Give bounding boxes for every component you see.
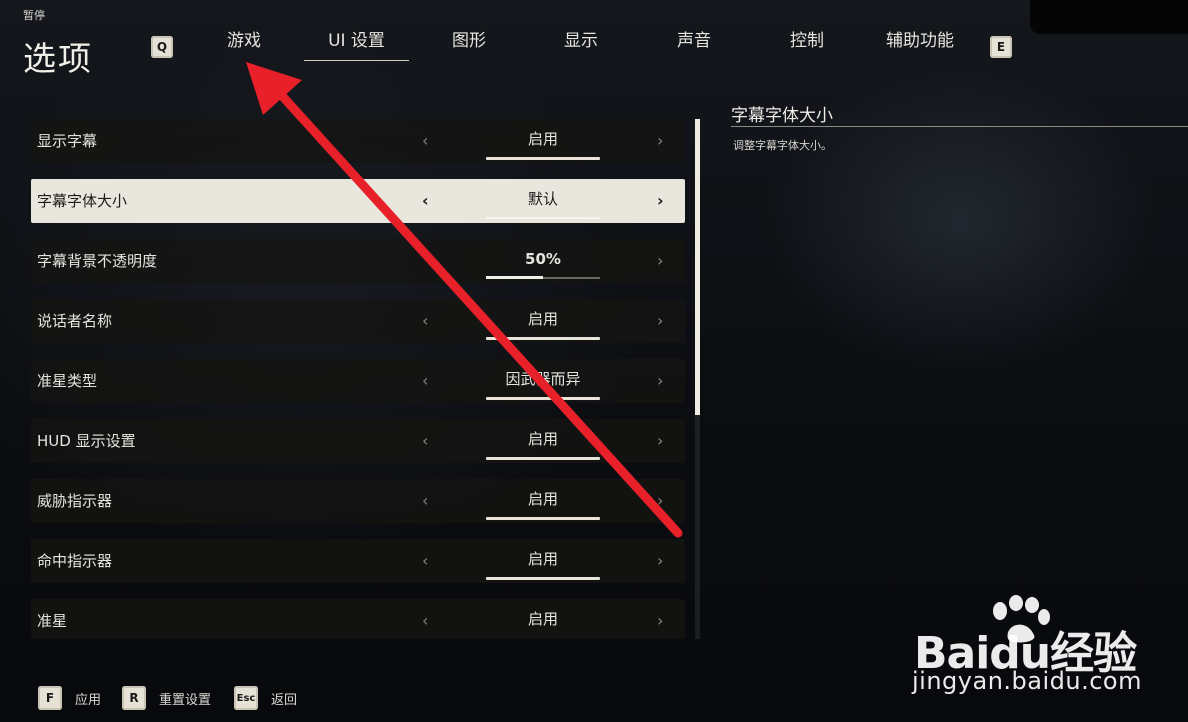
key-esc-icon: Esc (234, 686, 258, 710)
top-right-overlay (1030, 0, 1188, 34)
chevron-left-icon[interactable]: ‹ (422, 359, 428, 403)
setting-row-speaker-name[interactable]: 说话者名称 ‹ 启用 › (31, 299, 685, 343)
chevron-right-icon[interactable]: › (657, 359, 663, 403)
setting-value: 启用 (527, 430, 558, 448)
setting-value: 启用 (527, 610, 558, 628)
chevron-left-icon[interactable]: ‹ (422, 419, 428, 463)
setting-row-crosshair[interactable]: 准星 ‹ 启用 › (31, 599, 685, 639)
setting-value: 默认 (527, 190, 558, 208)
key-r-icon: R (122, 686, 146, 710)
setting-label: 说话者名称 (37, 312, 113, 330)
chevron-left-icon[interactable]: ‹ (422, 179, 429, 223)
value-underline (486, 517, 600, 520)
setting-value: 50% (525, 250, 561, 268)
value-underline (486, 577, 600, 580)
footer-apply-label: 应用 (75, 692, 102, 708)
tab-ui-settings[interactable]: UI 设置 (304, 30, 409, 52)
footer-apply[interactable]: F 应用 (38, 686, 101, 710)
value-underline (486, 457, 600, 460)
footer-reset[interactable]: R 重置设置 (122, 686, 211, 710)
setting-label: 字幕背景不透明度 (37, 252, 158, 270)
tab-accessibility[interactable]: 辅助功能 (874, 30, 966, 52)
chevron-right-icon[interactable]: › (657, 419, 663, 463)
description-text: 调整字幕字体大小。 (733, 139, 832, 152)
setting-label: HUD 显示设置 (37, 432, 136, 450)
prev-tab-key-q[interactable]: Q (151, 36, 173, 58)
setting-label: 命中指示器 (37, 552, 113, 570)
chevron-right-icon[interactable]: › (657, 119, 663, 163)
baidu-watermark: Baidu经验 jingyan.baidu.com (910, 595, 1180, 715)
footer-back-label: 返回 (271, 692, 298, 708)
footer-reset-label: 重置设置 (159, 692, 212, 708)
watermark-url: jingyan.baidu.com (912, 667, 1142, 695)
tab-sound[interactable]: 声音 (664, 30, 724, 52)
setting-row-crosshair-type[interactable]: 准星类型 ‹ 因武器而异 › (31, 359, 685, 403)
setting-value: 启用 (527, 550, 558, 568)
page-title: 选项 (23, 39, 93, 78)
setting-label: 显示字幕 (37, 132, 98, 150)
setting-row-hud-display[interactable]: HUD 显示设置 ‹ 启用 › (31, 419, 685, 463)
settings-scrollbar[interactable] (695, 119, 700, 639)
chevron-left-icon[interactable]: ‹ (422, 599, 428, 643)
value-underline (486, 337, 600, 340)
setting-value: 因武器而异 (505, 370, 581, 388)
active-tab-indicator (304, 60, 409, 61)
value-underline (486, 217, 600, 219)
setting-row-threat-indicator[interactable]: 威胁指示器 ‹ 启用 › (31, 479, 685, 523)
opacity-slider-fill (486, 276, 543, 279)
tab-display[interactable]: 显示 (551, 30, 611, 52)
opacity-slider[interactable] (486, 276, 600, 279)
tab-graphics[interactable]: 图形 (439, 30, 499, 52)
value-underline (486, 157, 600, 160)
setting-label: 威胁指示器 (37, 492, 113, 510)
chevron-right-icon[interactable]: › (657, 539, 663, 583)
chevron-right-icon[interactable]: › (657, 599, 663, 643)
setting-row-hit-indicator[interactable]: 命中指示器 ‹ 启用 › (31, 539, 685, 583)
setting-row-subtitle-background-opacity[interactable]: 字幕背景不透明度 50% › (31, 239, 685, 283)
chevron-left-icon[interactable]: ‹ (422, 479, 428, 523)
setting-value: 启用 (527, 130, 558, 148)
chevron-right-icon[interactable]: › (657, 479, 663, 523)
value-underline (486, 397, 600, 400)
footer-back[interactable]: Esc 返回 (234, 686, 297, 710)
chevron-left-icon[interactable]: ‹ (422, 299, 428, 343)
setting-label: 准星 (37, 612, 68, 630)
description-title: 字幕字体大小 (731, 106, 833, 126)
key-f-icon: F (38, 686, 62, 710)
setting-value: 启用 (527, 310, 558, 328)
pause-label: 暂停 (23, 9, 45, 22)
chevron-right-icon[interactable]: › (657, 239, 663, 283)
setting-label: 字幕字体大小 (37, 192, 128, 210)
next-tab-key-e[interactable]: E (990, 36, 1012, 58)
scrollbar-thumb[interactable] (695, 119, 700, 415)
chevron-right-icon[interactable]: › (657, 179, 664, 223)
chevron-right-icon[interactable]: › (657, 299, 663, 343)
setting-row-show-subtitles[interactable]: 显示字幕 ‹ 启用 › (31, 119, 685, 163)
tab-game[interactable]: 游戏 (214, 30, 274, 52)
chevron-left-icon[interactable]: ‹ (422, 539, 428, 583)
chevron-left-icon[interactable]: ‹ (422, 119, 428, 163)
setting-row-subtitle-font-size[interactable]: 字幕字体大小 ‹ 默认 › (31, 179, 685, 223)
setting-value: 启用 (527, 490, 558, 508)
setting-label: 准星类型 (37, 372, 98, 390)
tab-controls[interactable]: 控制 (777, 30, 837, 52)
arrow-head (246, 62, 302, 115)
description-divider (731, 126, 1188, 127)
